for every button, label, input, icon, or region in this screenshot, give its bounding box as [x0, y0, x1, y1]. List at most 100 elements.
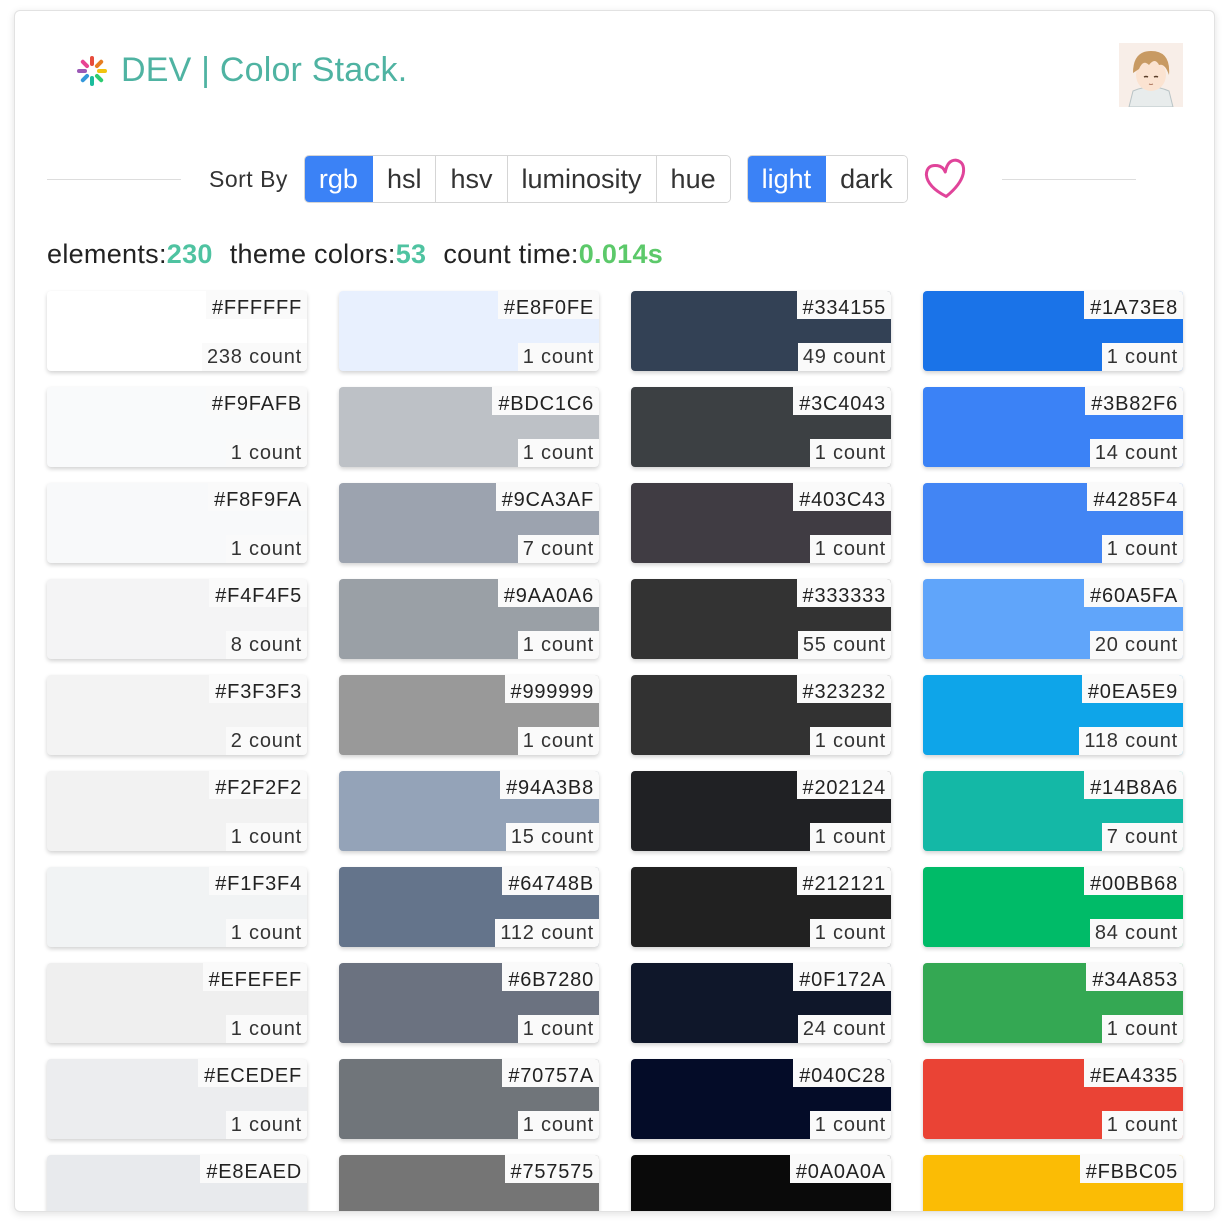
swatch-count-label: 15 count	[505, 823, 599, 851]
swatch-hex-label: #0A0A0A	[789, 1155, 891, 1183]
swatch-hex-label: #64748B	[502, 867, 599, 895]
swatch-hex-label: #757575	[504, 1155, 599, 1183]
sort-button-group: rgb hsl hsv luminosity hue	[303, 155, 731, 203]
color-swatch-card[interactable]: #F9FAFB 1 count	[47, 387, 307, 467]
swatch-hex-label: #F3F3F3	[209, 675, 307, 703]
color-swatch-card[interactable]: #BDC1C6 1 count	[339, 387, 599, 467]
swatch-count-label: 1 count	[517, 727, 599, 755]
swatch-hex-label: #EA4335	[1084, 1059, 1183, 1087]
color-swatch-card[interactable]: #70757A 1 count	[339, 1059, 599, 1139]
color-swatch-card[interactable]: #040C28 1 count	[631, 1059, 891, 1139]
color-swatch-card[interactable]: #757575	[339, 1155, 599, 1211]
color-swatch-card[interactable]: #ECEDEF 1 count	[47, 1059, 307, 1139]
swatch-count-label: 1 count	[225, 1015, 307, 1043]
color-swatch-card[interactable]: #3C4043 1 count	[631, 387, 891, 467]
swatch-count-label: 1 count	[809, 823, 891, 851]
swatch-hex-label: #FFFFFF	[205, 291, 307, 319]
swatch-count-label: 1 count	[517, 1015, 599, 1043]
color-swatch-card[interactable]: #60A5FA 20 count	[923, 579, 1183, 659]
color-swatch-card[interactable]: #333333 55 count	[631, 579, 891, 659]
sort-by-label: Sort By	[209, 165, 288, 192]
color-swatch-card[interactable]: #E8F0FE 1 count	[339, 291, 599, 371]
swatch-count-label: 1 count	[809, 439, 891, 467]
color-swatch-card[interactable]: #F1F3F4 1 count	[47, 867, 307, 947]
color-swatch-card[interactable]: #14B8A6 7 count	[923, 771, 1183, 851]
color-swatch-card[interactable]: #F2F2F2 1 count	[47, 771, 307, 851]
color-swatch-card[interactable]: #FFFFFF 238 count	[47, 291, 307, 371]
divider-left	[47, 178, 181, 180]
stats-bar: elements:230 theme colors:53 count time:…	[47, 239, 680, 270]
color-swatch-card[interactable]: #E8EAED	[47, 1155, 307, 1211]
swatch-count-label: 1 count	[517, 439, 599, 467]
theme-light-button[interactable]: light	[747, 156, 827, 202]
swatch-hex-label: #0F172A	[793, 963, 891, 991]
theme-dark-button[interactable]: dark	[826, 156, 907, 202]
sort-hue-button[interactable]: hue	[656, 156, 730, 202]
sort-hsl-button[interactable]: hsl	[372, 156, 437, 202]
color-swatch-card[interactable]: #323232 1 count	[631, 675, 891, 755]
color-swatch-card[interactable]: #34A853 1 count	[923, 963, 1183, 1043]
swatch-hex-label: #E8EAED	[200, 1155, 307, 1183]
count-time-value: 0.014s	[578, 239, 664, 269]
swatch-count-label: 1 count	[1101, 1015, 1183, 1043]
swatch-count-label: 1 count	[225, 823, 307, 851]
color-swatch-card[interactable]: #403C43 1 count	[631, 483, 891, 563]
elements-value: 230	[166, 239, 213, 269]
swatch-count-label: 14 count	[1089, 439, 1183, 467]
color-swatch-card[interactable]: #6B7280 1 count	[339, 963, 599, 1043]
app-title[interactable]: DEV | Color Stack.	[121, 51, 407, 90]
swatch-hex-label: #F8F9FA	[208, 483, 307, 511]
color-swatch-card[interactable]: #999999 1 count	[339, 675, 599, 755]
swatch-count-label: 20 count	[1089, 631, 1183, 659]
color-swatch-card[interactable]: #3B82F6 14 count	[923, 387, 1183, 467]
swatch-hex-label: #202124	[796, 771, 891, 799]
pinwheel-logo-icon	[77, 55, 107, 86]
color-swatch-card[interactable]: #0EA5E9 118 count	[923, 675, 1183, 755]
color-swatch-card[interactable]: #64748B 112 count	[339, 867, 599, 947]
anime-avatar-icon[interactable]	[1119, 43, 1183, 107]
app-header: DEV | Color Stack.	[75, 51, 407, 90]
swatch-hex-label: #ECEDEF	[198, 1059, 307, 1087]
color-swatch-card[interactable]: #F8F9FA 1 count	[47, 483, 307, 563]
color-swatch-card[interactable]: #334155 49 count	[631, 291, 891, 371]
color-swatch-card[interactable]: #EFEFEF 1 count	[47, 963, 307, 1043]
swatch-count-label: 1 count	[809, 727, 891, 755]
theme-button-group: light dark	[746, 155, 908, 203]
swatch-hex-label: #403C43	[793, 483, 891, 511]
color-swatch-card[interactable]: #1A73E8 1 count	[923, 291, 1183, 371]
color-swatch-card[interactable]: #F4F4F5 8 count	[47, 579, 307, 659]
swatch-hex-label: #9AA0A6	[497, 579, 599, 607]
app-window: DEV | Color Stack. Sort By rgb hsl hsv l…	[14, 10, 1215, 1212]
swatch-count-label: 1 count	[225, 439, 307, 467]
color-swatch-card[interactable]: #FBBC05	[923, 1155, 1183, 1211]
swatch-hex-label: #EFEFEF	[202, 963, 307, 991]
sort-hsv-button[interactable]: hsv	[436, 156, 508, 202]
swatch-count-label: 2 count	[225, 727, 307, 755]
color-swatch-card[interactable]: #00BB68 84 count	[923, 867, 1183, 947]
sort-luminosity-button[interactable]: luminosity	[507, 156, 657, 202]
color-swatch-card[interactable]: #94A3B8 15 count	[339, 771, 599, 851]
swatch-count-label: 1 count	[809, 1111, 891, 1139]
color-swatch-card[interactable]: #9AA0A6 1 count	[339, 579, 599, 659]
swatch-count-label: 55 count	[797, 631, 891, 659]
theme-colors-stat: theme colors:53	[230, 239, 427, 270]
elements-label: elements:	[47, 239, 167, 269]
color-swatch-card[interactable]: #F3F3F3 2 count	[47, 675, 307, 755]
heart-icon[interactable]	[922, 156, 970, 202]
sort-rgb-button[interactable]: rgb	[304, 156, 373, 202]
swatch-hex-label: #60A5FA	[1084, 579, 1183, 607]
swatch-hex-label: #BDC1C6	[492, 387, 599, 415]
color-swatch-card[interactable]: #4285F4 1 count	[923, 483, 1183, 563]
swatch-count-label: 1 count	[517, 1111, 599, 1139]
color-swatch-card[interactable]: #0F172A 24 count	[631, 963, 891, 1043]
swatch-hex-label: #0EA5E9	[1081, 675, 1183, 703]
swatch-count-label: 1 count	[1101, 343, 1183, 371]
color-swatch-card[interactable]: #212121 1 count	[631, 867, 891, 947]
color-swatch-card[interactable]: #EA4335 1 count	[923, 1059, 1183, 1139]
swatch-hex-label: #1A73E8	[1084, 291, 1183, 319]
color-swatch-card[interactable]: #202124 1 count	[631, 771, 891, 851]
elements-stat: elements:230	[47, 239, 213, 270]
color-swatch-card[interactable]: #9CA3AF 7 count	[339, 483, 599, 563]
swatch-hex-label: #F1F3F4	[209, 867, 307, 895]
color-swatch-card[interactable]: #0A0A0A	[631, 1155, 891, 1211]
